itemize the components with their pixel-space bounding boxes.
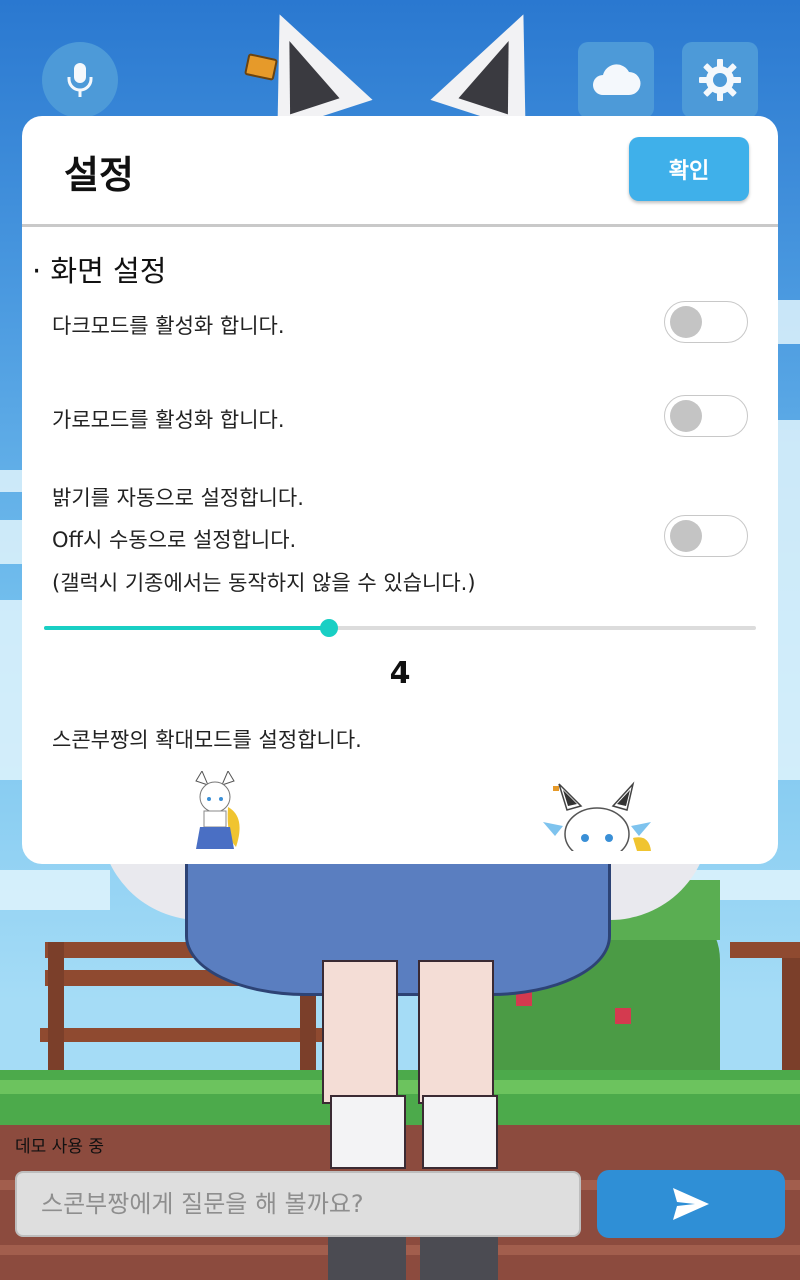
berry	[615, 1008, 631, 1024]
toggle-knob	[670, 306, 702, 338]
cloud-button[interactable]	[578, 42, 654, 118]
brightness-value: 4	[389, 656, 411, 691]
modal-title: 설정	[64, 153, 134, 197]
character-leg-left	[322, 960, 398, 1104]
cloud-pixel	[0, 600, 22, 780]
send-button[interactable]	[597, 1170, 785, 1238]
bench-leg	[48, 942, 64, 1082]
landscape-mode-toggle[interactable]	[664, 395, 748, 437]
chat-input[interactable]	[15, 1171, 581, 1237]
toggle-knob	[670, 400, 702, 432]
settings-button[interactable]	[682, 42, 758, 118]
confirm-button[interactable]: 확인	[629, 137, 749, 201]
grass-highlight	[0, 1080, 800, 1094]
character-shoe-left	[328, 1230, 406, 1280]
brightness-slider-fill	[44, 626, 329, 630]
bench-backrest	[730, 942, 800, 958]
modal-header: 설정 확인	[22, 116, 778, 227]
character-sock-left	[330, 1095, 406, 1169]
zoom-mode-label: 스콘부짱의 확대모드를 설정합니다.	[52, 728, 362, 752]
cloud-pixel	[778, 420, 800, 780]
brightness-slider[interactable]	[44, 619, 756, 637]
auto-brightness-toggle[interactable]	[664, 515, 748, 557]
demo-status-text: 데모 사용 중	[15, 1137, 105, 1157]
dark-mode-toggle[interactable]	[664, 301, 748, 343]
character-zoomed-image	[543, 781, 651, 861]
bench-seat	[40, 1028, 325, 1042]
character-shoe-right	[420, 1230, 498, 1280]
small-character-thumbnail[interactable]	[182, 769, 262, 851]
toggle-knob	[670, 520, 702, 552]
gear-icon	[699, 59, 741, 101]
character-leg-right	[418, 960, 494, 1104]
auto-brightness-label-line3: (갤럭시 기종에서는 동작하지 않을 수 있습니다.)	[52, 571, 476, 595]
dark-mode-label: 다크모드를 활성화 합니다.	[52, 314, 285, 338]
cloud-pixel	[0, 520, 22, 564]
settings-modal: 설정 확인 · 화면 설정 다크모드를 활성화 합니다. 가로모드를 활성화 합…	[22, 116, 778, 864]
bench-leg	[782, 942, 800, 1082]
character-small-image	[195, 769, 240, 849]
brightness-slider-thumb[interactable]	[320, 619, 338, 637]
send-icon	[673, 1188, 709, 1220]
zoomed-character-thumbnail[interactable]	[537, 776, 657, 861]
cloud-pixel	[0, 470, 22, 492]
microphone-icon	[67, 63, 93, 97]
landscape-mode-label: 가로모드를 활성화 합니다.	[52, 408, 285, 432]
microphone-button[interactable]	[42, 42, 118, 118]
character-sock-right	[422, 1095, 498, 1169]
section-title-display: · 화면 설정	[32, 254, 167, 288]
auto-brightness-label-line1: 밝기를 자동으로 설정합니다.	[52, 486, 304, 510]
cloud-pixel	[0, 870, 110, 910]
cloud-pixel	[778, 300, 800, 344]
cloud-icon	[593, 64, 641, 95]
auto-brightness-label-line2: Off시 수동으로 설정합니다.	[52, 528, 297, 552]
